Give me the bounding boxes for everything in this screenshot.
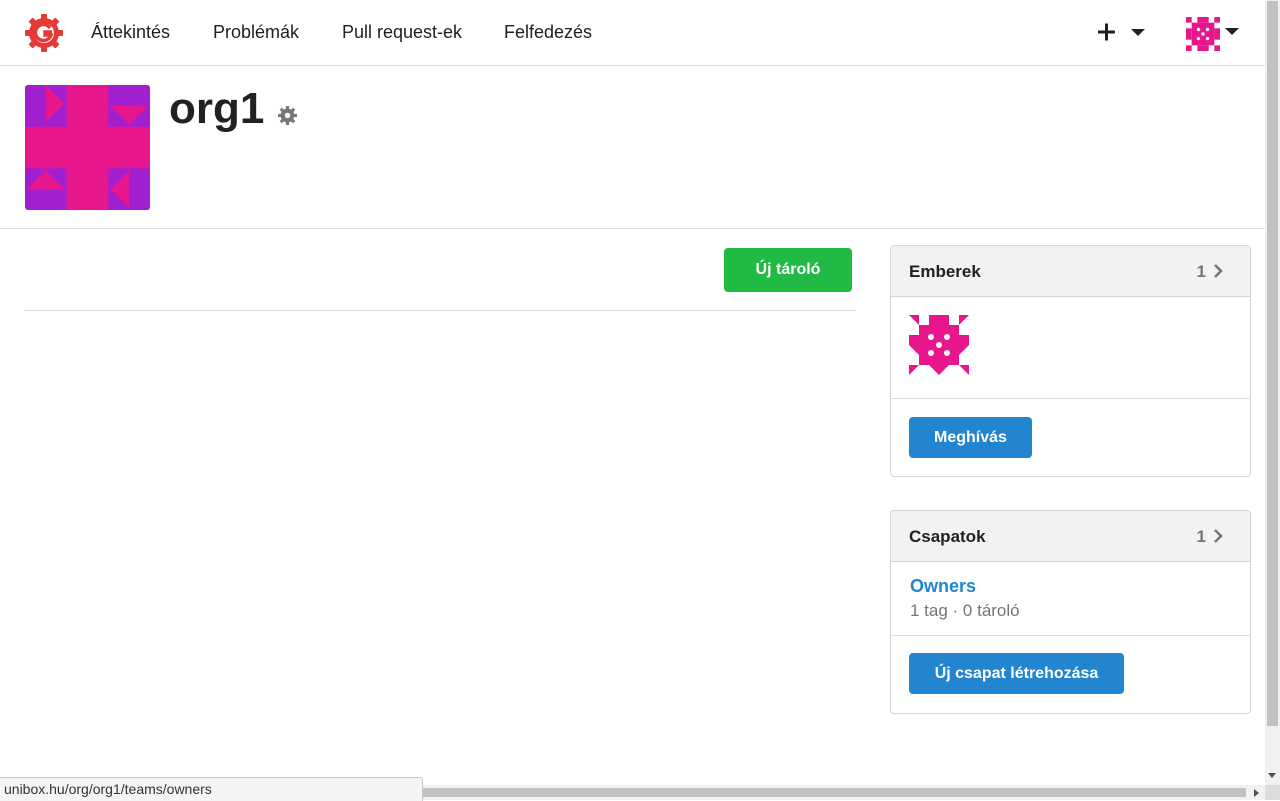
plus-icon (1098, 23, 1115, 41)
org-name: org1 (169, 84, 265, 133)
nav-item-pull-requests[interactable]: Pull request-ek (342, 21, 462, 43)
people-title: Emberek (909, 262, 981, 281)
user-avatar (1186, 17, 1220, 51)
member-avatar[interactable] (909, 315, 969, 375)
people-card-header: Emberek 1 (891, 246, 1250, 297)
vertical-scrollbar-thumb[interactable] (1267, 1, 1278, 726)
vertical-scrollbar[interactable] (1265, 0, 1280, 785)
repo-list-divider (24, 310, 856, 311)
horizontal-scrollbar-thumb[interactable] (420, 788, 1246, 797)
teams-card: Csapatok 1 Owners 1 tag · 0 tároló Új cs… (890, 510, 1251, 714)
user-menu-dropdown[interactable] (1186, 17, 1242, 51)
new-repository-button[interactable]: Új tároló (724, 248, 852, 292)
gear-icon[interactable] (277, 105, 298, 126)
scroll-right-arrow-icon[interactable] (1254, 789, 1259, 797)
team-name-link[interactable]: Owners (910, 576, 976, 597)
chevron-right-icon (1214, 529, 1223, 543)
people-card: Emberek 1 Meghívás (890, 245, 1251, 477)
nav-item-issues[interactable]: Problémák (213, 21, 299, 43)
header-divider (0, 228, 1265, 229)
people-actions-section: Meghívás (891, 399, 1250, 476)
chevron-right-icon (1214, 264, 1223, 278)
caret-down-icon (1131, 29, 1145, 36)
people-members-section (891, 297, 1250, 399)
team-meta: 1 tag · 0 tároló (910, 601, 1020, 620)
scroll-down-arrow-icon[interactable] (1268, 773, 1276, 778)
teams-count: 1 (1196, 527, 1206, 546)
scrollbar-corner (1265, 785, 1280, 800)
teams-title: Csapatok (909, 527, 986, 546)
link-status-bar: unibox.hu/org/org1/teams/owners (0, 777, 423, 801)
teams-card-header: Csapatok 1 (891, 511, 1250, 562)
create-team-button[interactable]: Új csapat létrehozása (909, 653, 1124, 694)
invite-button[interactable]: Meghívás (909, 417, 1032, 458)
people-count: 1 (1196, 262, 1206, 281)
create-new-dropdown[interactable] (1097, 18, 1147, 46)
nav-item-explore[interactable]: Felfedezés (504, 21, 592, 43)
top-navbar: Áttekintés Problémák Pull request-ek Fel… (0, 0, 1265, 66)
team-list-item: Owners 1 tag · 0 tároló (891, 562, 1250, 636)
org-avatar (25, 85, 150, 210)
caret-down-icon (1225, 28, 1239, 35)
gitea-logo-icon[interactable] (24, 13, 64, 53)
teams-actions-section: Új csapat létrehozása (891, 636, 1250, 713)
nav-item-overview[interactable]: Áttekintés (91, 21, 170, 43)
